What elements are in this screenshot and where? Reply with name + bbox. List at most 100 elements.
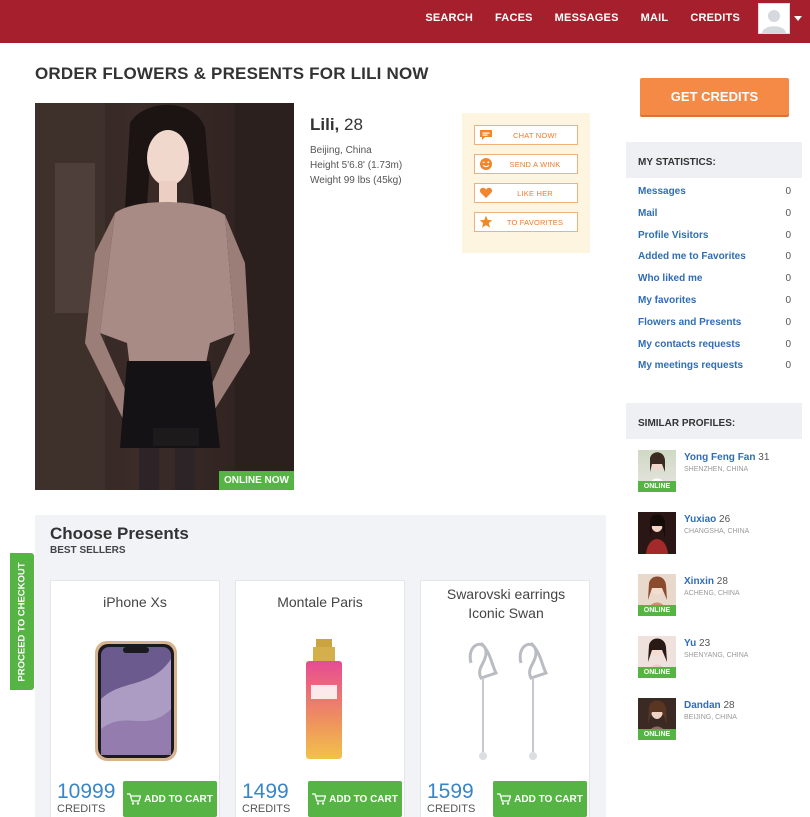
stat-label[interactable]: My contacts requests [638,339,740,361]
similar-age: 23 [699,638,711,649]
profile-details: Beijing, China Height 5'6.8' (1.73m) Wei… [310,143,402,188]
similar-profile-item[interactable]: ONLINE Yong Feng Fan 31 SHENZHEN, CHINA [638,450,798,512]
profile-location: Beijing, China [310,145,372,156]
cart-icon [127,793,142,805]
statistics-list: Messages 0 Mail 0 Profile Visitors 0 Added … [638,186,791,382]
chat-bubble-icon [480,130,492,140]
profile-height: Height 5'6.8' (1.73m) [310,160,403,171]
choose-presents-section: Choose Presents BEST SELLERS iPhone Xs 1… [35,515,606,817]
nav-search[interactable]: SEARCH [425,12,473,24]
similar-profile-name: Xinxin 28 [684,576,728,587]
user-avatar[interactable] [758,3,790,34]
online-badge: ONLINE [638,605,676,616]
star-icon [479,215,493,228]
swan-earrings-image [468,641,549,760]
stat-label[interactable]: Added me to Favorites [638,251,746,273]
similar-profile-location: BEIJING, CHINA [684,714,737,721]
like-her-button[interactable]: LIKE HER [474,183,578,203]
present-card-perfume[interactable]: Montale Paris 1499 CREDITS ADD TO CART [235,580,405,817]
similar-name-text[interactable]: Xinxin [684,576,714,587]
stat-row[interactable]: My meetings requests 0 [638,360,791,382]
stat-row[interactable]: Messages 0 [638,186,791,208]
present-price: 1499 [242,780,289,803]
online-now-badge: ONLINE NOW [219,471,294,490]
stat-label[interactable]: Messages [638,186,686,208]
cart-icon [497,793,512,805]
user-silhouette-icon [762,10,786,33]
similar-profile-avatar[interactable]: ONLINE [638,574,676,616]
stat-row[interactable]: Flowers and Presents 0 [638,317,791,339]
add-to-cart-button[interactable]: ADD TO CART [308,781,402,817]
add-to-cart-button[interactable]: ADD TO CART [123,781,217,817]
similar-name-text[interactable]: Yuxiao [684,514,716,525]
similar-profile-name: Dandan 28 [684,700,735,711]
nav-credits[interactable]: CREDITS [690,12,740,24]
present-price: 1599 [427,780,474,803]
to-favorites-button[interactable]: TO FAVORITES [474,212,578,232]
stat-row[interactable]: Who liked me 0 [638,273,791,295]
stat-value: 0 [785,338,791,350]
stat-value: 0 [785,273,791,285]
send-wink-button[interactable]: SEND A WINK [474,154,578,174]
stat-label[interactable]: My favorites [638,295,696,317]
add-to-cart-label: ADD TO CART [329,793,398,805]
stat-label[interactable]: Flowers and Presents [638,317,741,339]
profile-weight: Weight 99 lbs (45kg) [310,175,402,186]
similar-name-text[interactable]: Yong Feng Fan [684,452,755,463]
similar-profile-item[interactable]: ONLINE Yu 23 SHENYANG, CHINA [638,636,798,698]
similar-profile-item[interactable]: Yuxiao 26 CHANGSHA, CHINA [638,512,798,574]
similar-profiles-header: SIMILAR PROFILES: [626,403,802,439]
stat-value: 0 [785,207,791,219]
similar-name-text[interactable]: Dandan [684,700,721,711]
similar-age: 26 [719,514,731,525]
user-menu-chevron-down-icon[interactable] [794,16,802,21]
chat-now-button[interactable]: CHAT NOW! [474,125,578,145]
similar-profile-item[interactable]: ONLINE Xinxin 28 ACHENG, CHINA [638,574,798,636]
stat-label[interactable]: Who liked me [638,273,702,295]
stat-row[interactable]: Mail 0 [638,208,791,230]
stat-row[interactable]: My contacts requests 0 [638,339,791,361]
stat-row[interactable]: Added me to Favorites 0 [638,251,791,273]
wink-smiley-icon [480,158,492,170]
nav-messages[interactable]: MESSAGES [555,12,619,24]
add-to-cart-label: ADD TO CART [514,793,583,805]
profile-photo[interactable]: ONLINE NOW [35,103,294,490]
similar-profile-location: CHANGSHA, CHINA [684,528,750,535]
similar-profile-avatar[interactable] [638,512,676,554]
present-price: 10999 [57,780,116,803]
stat-value: 0 [785,251,791,263]
stat-value: 0 [785,360,791,372]
stat-label[interactable]: Profile Visitors [638,230,708,252]
present-name: iPhone Xs [103,594,167,610]
chat-now-label: CHAT NOW! [512,130,558,140]
similar-name-text[interactable]: Yu [684,638,696,649]
add-to-cart-label: ADD TO CART [144,793,213,805]
proceed-to-checkout-label: PROCEED TO CHECKOUT [16,561,28,682]
similar-profile-avatar[interactable]: ONLINE [638,698,676,740]
stat-value: 0 [785,229,791,241]
stat-label[interactable]: My meetings requests [638,360,743,382]
similar-profile-location: SHENZHEN, CHINA [684,466,749,473]
present-card-iphone[interactable]: iPhone Xs 10999 CREDITS ADD TO CART [50,580,220,817]
profile-actions-box: CHAT NOW! SEND A WINK LIKE HER TO FAVORI… [462,113,590,253]
stat-row[interactable]: My favorites 0 [638,295,791,317]
similar-profile-avatar[interactable]: ONLINE [638,636,676,678]
similar-age: 28 [723,700,735,711]
presents-subtitle: BEST SELLERS [50,545,126,556]
online-badge: ONLINE [638,729,676,740]
similar-profile-item[interactable]: ONLINE Dandan 28 BEIJING, CHINA [638,698,798,760]
nav-mail[interactable]: MAIL [641,12,669,24]
similar-profile-name: Yuxiao 26 [684,514,730,525]
nav-faces[interactable]: FACES [495,12,533,24]
present-credits-label: CREDITS [427,803,476,815]
stat-row[interactable]: Profile Visitors 0 [638,230,791,252]
similar-age: 31 [758,452,770,463]
similar-profile-avatar[interactable]: ONLINE [638,450,676,492]
similar-profile-location: ACHENG, CHINA [684,590,740,597]
add-to-cart-button[interactable]: ADD TO CART [493,781,587,817]
stat-label[interactable]: Mail [638,208,657,230]
present-card-earrings[interactable]: Swarovski earrings Iconic Swan 1599 CRED… [420,580,590,817]
proceed-to-checkout-tab[interactable]: PROCEED TO CHECKOUT [10,553,34,690]
online-badge: ONLINE [638,481,676,492]
get-credits-button[interactable]: GET CREDITS [640,78,789,115]
